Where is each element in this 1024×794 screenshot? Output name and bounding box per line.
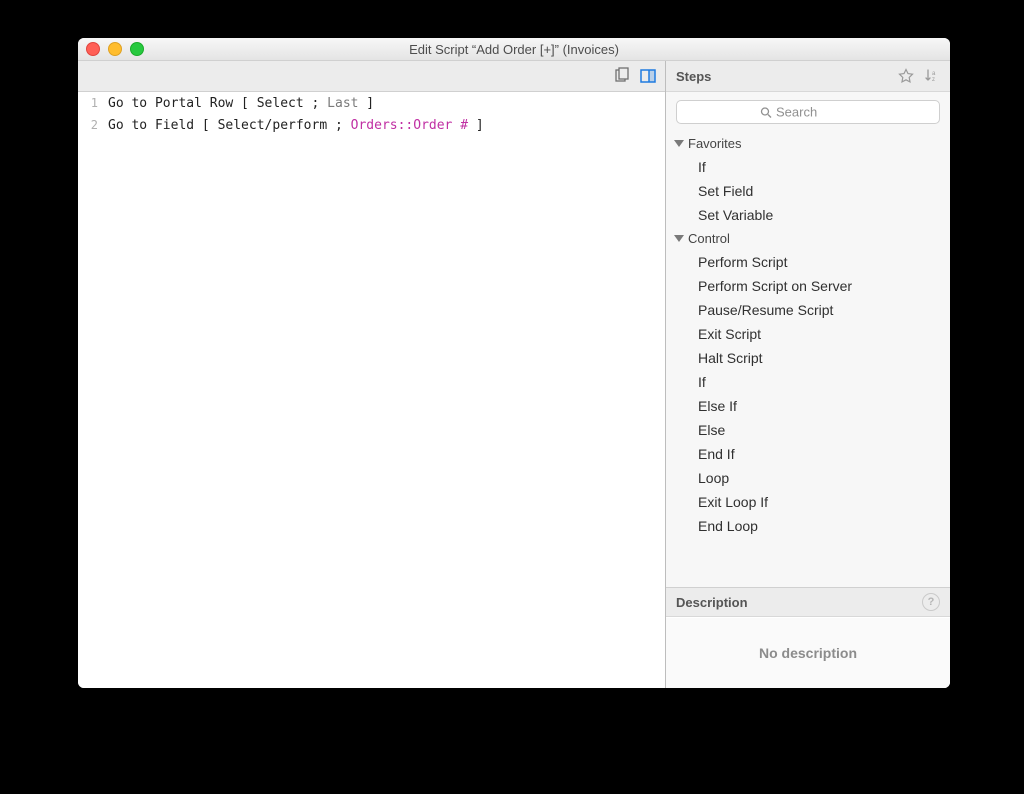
side-panel-toggle-icon[interactable] — [639, 67, 657, 85]
step-item[interactable]: If — [666, 155, 950, 179]
line-number: 1 — [84, 96, 98, 110]
step-item[interactable]: Exit Script — [666, 322, 950, 346]
steps-header: Steps a z — [666, 61, 950, 92]
line-content: Go to Portal Row [ Select ; Last ] — [108, 96, 374, 111]
maximize-icon[interactable] — [130, 42, 144, 56]
editor-pane: 1 Go to Portal Row [ Select ; Last ] 2 Go t… — [78, 61, 666, 688]
script-editor-window: Edit Script “Add Order [+]” (Invoices) — [78, 38, 950, 688]
step-item[interactable]: Halt Script — [666, 346, 950, 370]
steps-group-header[interactable]: Control — [666, 227, 950, 250]
editor-toolbar — [78, 61, 665, 92]
window-body: 1 Go to Portal Row [ Select ; Last ] 2 Go t… — [78, 61, 950, 688]
steps-pane: Steps a z — [666, 61, 950, 688]
script-line[interactable]: 1 Go to Portal Row [ Select ; Last ] — [78, 96, 665, 118]
sort-az-icon[interactable]: a z — [924, 68, 940, 84]
steps-header-label: Steps — [676, 69, 711, 84]
step-item[interactable]: Else If — [666, 394, 950, 418]
line-content: Go to Field [ Select/perform ; Orders::O… — [108, 118, 484, 133]
step-item[interactable]: Pause/Resume Script — [666, 298, 950, 322]
step-item[interactable]: Set Field — [666, 179, 950, 203]
disclosure-triangle-icon — [674, 235, 684, 242]
description-header-label: Description — [676, 595, 748, 610]
minimize-icon[interactable] — [108, 42, 122, 56]
script-line[interactable]: 2 Go to Field [ Select/perform ; Orders::… — [78, 118, 665, 140]
window-title: Edit Script “Add Order [+]” (Invoices) — [409, 42, 619, 57]
step-item[interactable]: Loop — [666, 466, 950, 490]
window-controls — [86, 42, 144, 56]
steps-group-name: Favorites — [688, 136, 741, 151]
description-body: No description — [666, 617, 950, 688]
description-header: Description ? — [666, 587, 950, 617]
step-item[interactable]: Set Variable — [666, 203, 950, 227]
favorite-star-icon[interactable] — [898, 68, 914, 84]
description-text: No description — [759, 645, 857, 661]
step-item[interactable]: If — [666, 370, 950, 394]
step-item[interactable]: End If — [666, 442, 950, 466]
titlebar: Edit Script “Add Order [+]” (Invoices) — [78, 38, 950, 61]
copy-icon[interactable] — [613, 67, 631, 85]
step-item[interactable]: Exit Loop If — [666, 490, 950, 514]
step-item[interactable]: Perform Script on Server — [666, 274, 950, 298]
close-icon[interactable] — [86, 42, 100, 56]
svg-text:z: z — [932, 77, 935, 83]
search-wrap: Search — [666, 92, 950, 132]
step-item[interactable]: Perform Script — [666, 250, 950, 274]
disclosure-triangle-icon — [674, 140, 684, 147]
step-item[interactable]: Else — [666, 418, 950, 442]
steps-group-name: Control — [688, 231, 730, 246]
help-icon[interactable]: ? — [922, 593, 940, 611]
steps-list: FavoritesIfSet FieldSet VariableControlP… — [666, 132, 950, 587]
steps-search-input[interactable] — [676, 100, 940, 124]
step-item[interactable]: End Loop — [666, 514, 950, 538]
script-lines[interactable]: 1 Go to Portal Row [ Select ; Last ] 2 Go t… — [78, 92, 665, 688]
steps-group-header[interactable]: Favorites — [666, 132, 950, 155]
line-number: 2 — [84, 118, 98, 132]
